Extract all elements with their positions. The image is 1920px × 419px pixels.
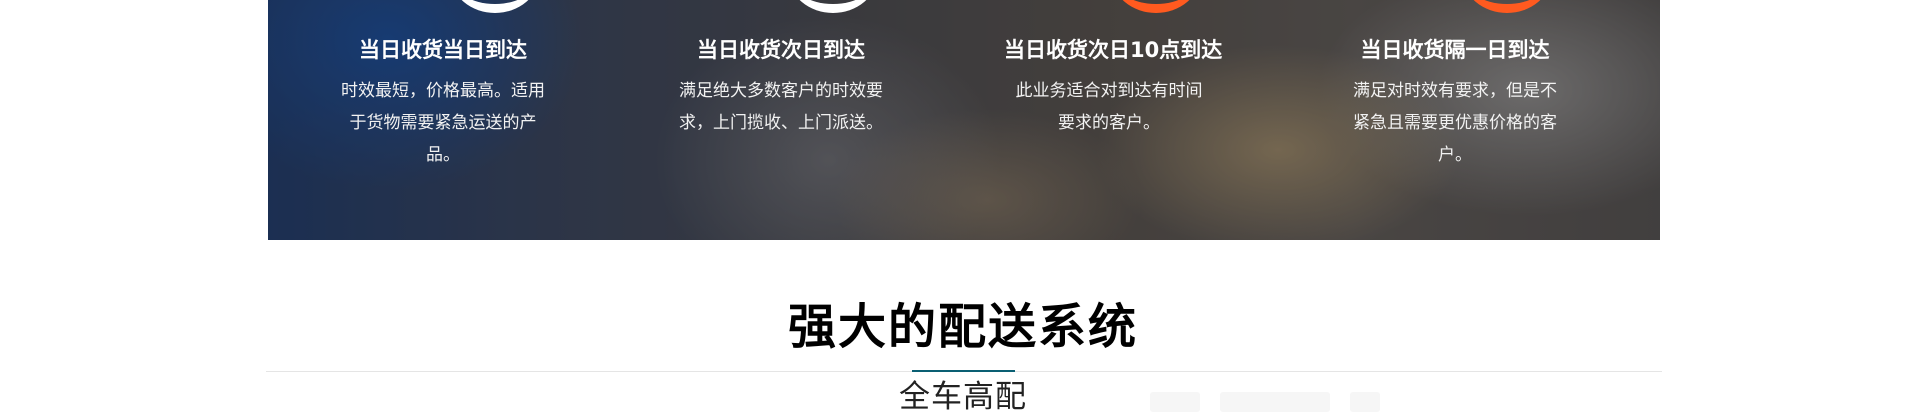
service-card-same-day: 当日收货当日到达 时效最短，价格最高。适用于货物需要紧急运送的产品。 [338, 35, 548, 171]
faint-tab-placeholder [1220, 392, 1330, 412]
service-description: 满足对时效有要求，但是不紧急且需要更优惠价格的客户。 [1353, 81, 1557, 165]
faint-tab-placeholder [1350, 392, 1380, 412]
service-card-next-day-10am: 当日收货次日10点到达 此业务适合对到达有时间要求的客户。 [1004, 35, 1223, 139]
service-title: 当日收货次日到达 [697, 38, 865, 62]
service-title: 当日收货次日10点到达 [1004, 38, 1223, 62]
service-description: 满足绝大多数客户的时效要求，上门揽收、上门派送。 [679, 81, 883, 133]
service-description: 时效最短，价格最高。适用于货物需要紧急运送的产品。 [341, 81, 545, 165]
service-3-ring-icon [1112, 0, 1200, 13]
section-title: 强大的配送系统 [787, 299, 1138, 355]
service-title: 当日收货当日到达 [359, 38, 527, 62]
service-card-next-day: 当日收货次日到达 满足绝大多数客户的时效要求，上门揽收、上门派送。 [676, 35, 886, 139]
service-card-second-day: 当日收货隔一日到达 满足对时效有要求，但是不紧急且需要更优惠价格的客户。 [1350, 35, 1560, 171]
service-1-ring-icon [451, 0, 539, 13]
service-2-ring-icon [789, 0, 877, 13]
tab-full-vehicle-config[interactable]: 全车高配 [0, 375, 1920, 419]
service-title: 当日收货隔一日到达 [1360, 38, 1550, 62]
faint-tab-placeholder [1150, 392, 1200, 412]
service-description: 此业务适合对到达有时间要求的客户。 [1015, 81, 1203, 133]
services-banner: 当日收货当日到达 时效最短，价格最高。适用于货物需要紧急运送的产品。 当日收货次… [268, 0, 1660, 240]
active-tab-indicator [912, 370, 1015, 372]
service-4-ring-icon [1463, 0, 1551, 13]
